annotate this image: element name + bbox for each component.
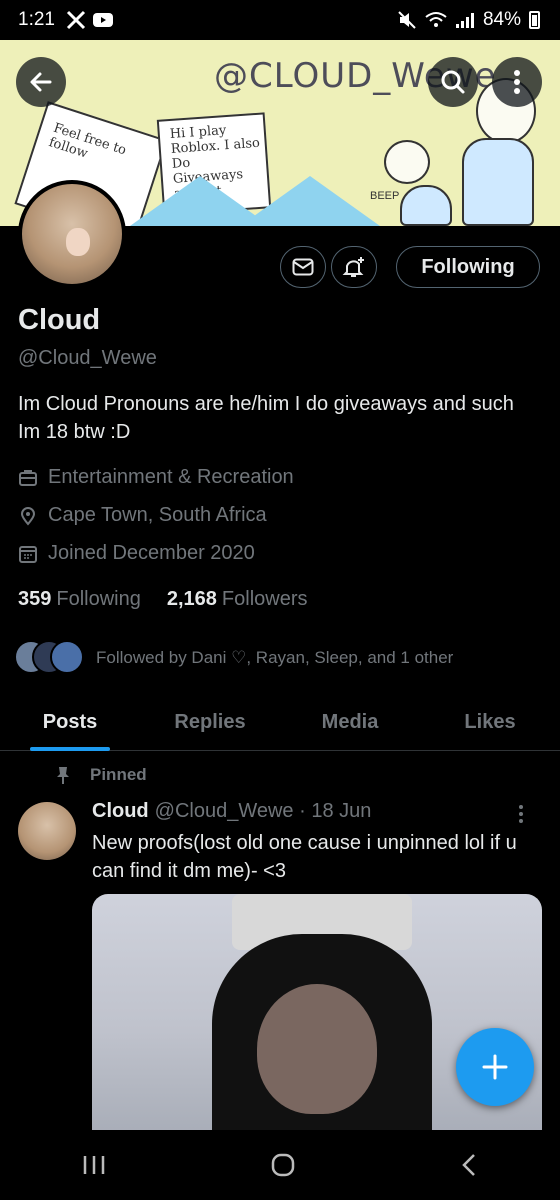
x-logo-icon: [66, 10, 86, 30]
banner-beep-text: BEEP: [370, 190, 400, 202]
profile-joined: Joined December 2020: [18, 542, 255, 565]
profile-tabs: Posts Replies Media Likes: [0, 695, 560, 751]
followed-by[interactable]: Followed by Dani ♡, Rayan, Sleep, and 1 …: [14, 640, 453, 676]
banner-sign-left-text: Feel free to follow: [46, 120, 129, 162]
profile-bio: Im Cloud Pronouns are he/him I do giveaw…: [18, 393, 514, 443]
status-notification-icons: [66, 10, 114, 30]
profile-location-text: Cape Town, South Africa: [48, 504, 267, 526]
following-button[interactable]: Following: [396, 246, 540, 288]
tab-likes[interactable]: Likes: [420, 695, 560, 750]
home-icon[interactable]: [270, 1152, 296, 1178]
mute-icon: [398, 11, 416, 29]
calendar-icon: [19, 545, 37, 563]
back-button[interactable]: [16, 57, 66, 107]
signal-icon: [455, 13, 474, 28]
avatar-detail: [66, 228, 90, 256]
following-count: 359: [18, 588, 52, 610]
notifications-button[interactable]: [331, 246, 377, 288]
post-author-name[interactable]: Cloud: [92, 800, 149, 822]
battery-percent: 84%: [482, 9, 521, 30]
search-button[interactable]: [428, 57, 478, 107]
profile-avatar[interactable]: [18, 180, 126, 288]
pinned-indicator: Pinned: [54, 765, 147, 785]
followers-label: Followers: [221, 588, 308, 610]
banner-character-head: [384, 140, 430, 184]
recent-apps-icon[interactable]: [81, 1154, 107, 1176]
back-arrow-icon: [30, 72, 52, 92]
followed-by-text: Followed by Dani ♡, Rayan, Sleep, and 1 …: [96, 648, 454, 667]
compose-post-button[interactable]: [456, 1028, 534, 1106]
wifi-icon: [425, 12, 447, 27]
status-time: 1:21: [18, 9, 55, 30]
post-meta: @Cloud_Wewe · 18 Jun: [154, 800, 372, 822]
post-header: Cloud @Cloud_Wewe · 18 Jun: [92, 800, 371, 823]
followers-link[interactable]: 2,168 Followers: [167, 588, 308, 611]
profile-location: Cape Town, South Africa: [18, 504, 267, 527]
more-vertical-icon: [519, 805, 523, 823]
tab-posts[interactable]: Posts: [0, 695, 140, 751]
status-bar: 1:21 84%: [0, 0, 560, 40]
followers-count: 2,168: [166, 588, 217, 610]
location-pin-icon: [20, 506, 36, 526]
envelope-icon: [292, 258, 314, 276]
message-button[interactable]: [280, 246, 326, 288]
nav-back-icon[interactable]: [459, 1152, 479, 1178]
more-vertical-icon: [514, 70, 520, 94]
following-label: Following: [56, 588, 141, 610]
status-system-icons: 84%: [397, 9, 540, 31]
followed-by-avatars: [14, 640, 86, 676]
banner-character-body: [462, 138, 534, 226]
profile-category-text: Entertainment & Recreation: [48, 466, 294, 488]
briefcase-icon: [19, 469, 37, 486]
tab-replies[interactable]: Replies: [140, 695, 280, 750]
banner-mountain: [240, 176, 380, 226]
bell-plus-icon: [342, 257, 364, 277]
search-icon: [441, 70, 465, 94]
pinned-label: Pinned: [90, 765, 147, 784]
avatar: [50, 640, 84, 674]
profile-category: Entertainment & Recreation: [18, 466, 294, 489]
profile-name: Cloud: [18, 304, 101, 336]
youtube-icon: [93, 13, 113, 27]
tab-media[interactable]: Media: [280, 695, 420, 750]
media-detail: [257, 984, 377, 1114]
pin-icon: [57, 767, 69, 784]
profile-stats: 359 Following 2,168 Followers: [18, 588, 308, 611]
post-text: New proofs(lost old one cause i unpinned…: [92, 832, 517, 882]
post-author-avatar[interactable]: [18, 802, 76, 860]
post-more-button[interactable]: [518, 804, 524, 829]
following-link[interactable]: 359 Following: [18, 588, 141, 611]
battery-icon: [529, 11, 540, 29]
banner-character-body: [400, 185, 452, 226]
plus-icon: [482, 1054, 508, 1080]
system-nav-bar: [0, 1130, 560, 1200]
profile-handle: @Cloud_Wewe: [18, 347, 157, 369]
profile-joined-text: Joined December 2020: [48, 542, 255, 564]
more-options-button[interactable]: [492, 57, 542, 107]
